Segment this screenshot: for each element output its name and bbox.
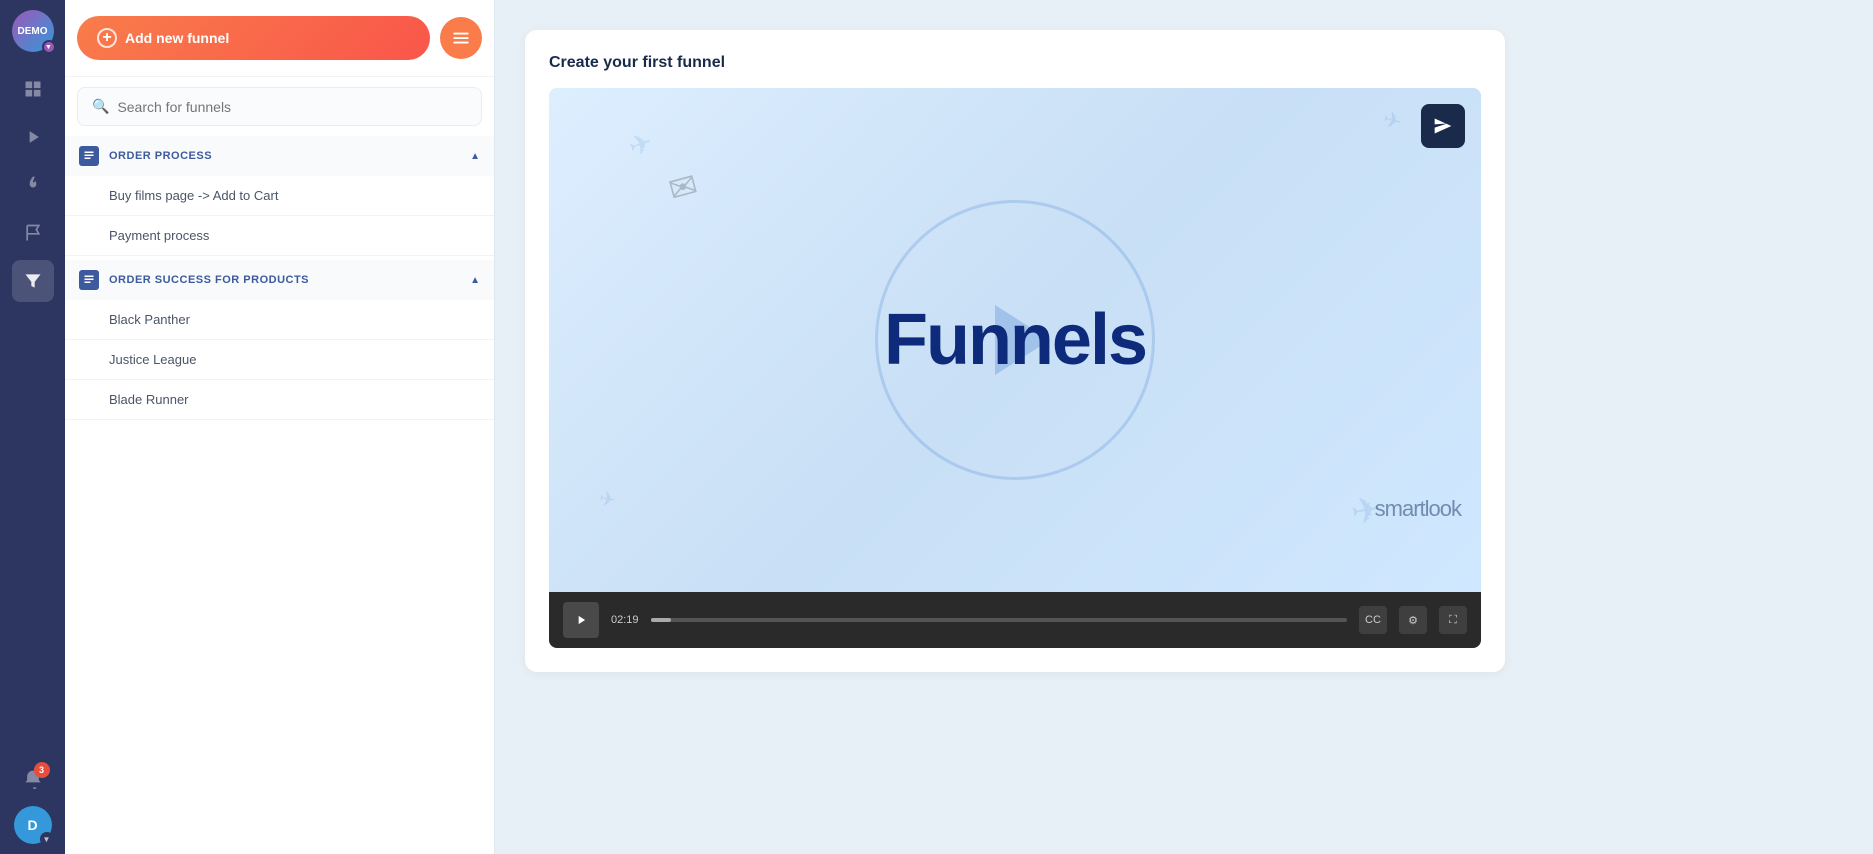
funnel-item-blade-runner[interactable]: Blade Runner [65,380,494,420]
deco-plane-3: ✈ [597,486,618,514]
main-content: Create your first funnel ✉ ✈ ✈ ✈ ✈ Funne… [495,0,1873,854]
card-title: Create your first funnel [549,54,1481,72]
section-order-success-title: ORDER SUCCESS FOR PRODUCTS [109,274,470,286]
section-order-process: ORDER PROCESS ▲ Buy films page -> Add to… [65,136,494,256]
sidebar-header: + Add new funnel [65,0,494,77]
nav-user-avatar[interactable]: D ▼ [14,806,52,844]
search-icon: 🔍 [92,98,109,115]
plus-circle-icon: + [97,28,117,48]
section-order-success-header[interactable]: ORDER SUCCESS FOR PRODUCTS ▲ [65,260,494,300]
funnel-item-justice-league[interactable]: Justice League [65,340,494,380]
video-settings-button[interactable]: ⚙ [1399,606,1427,634]
avatar-badge: ▼ [42,40,56,54]
deco-plane-1: ✈ [624,125,657,164]
funnel-item-black-panther[interactable]: Black Panther [65,300,494,340]
nav-icon-filter[interactable] [12,260,54,302]
section-order-process-title: ORDER PROCESS [109,150,470,162]
video-cc-button[interactable]: CC [1359,606,1387,634]
deco-plane-2: ✈ [1380,106,1405,136]
nav-icon-notifications[interactable]: 3 [12,758,54,800]
section-order-success-icon [79,270,99,290]
section-order-success: ORDER SUCCESS FOR PRODUCTS ▲ Black Panth… [65,260,494,420]
nav-icon-play[interactable] [12,116,54,158]
section-order-process-icon [79,146,99,166]
section-order-process-chevron: ▲ [470,151,480,162]
video-funnels-text: Funnels [884,299,1146,381]
notification-badge: 3 [34,762,50,778]
video-progress-fill [651,618,672,622]
nav-demo-avatar[interactable]: DEMO ▼ [12,10,54,52]
video-fullscreen-button[interactable]: ⛶ [1439,606,1467,634]
search-box: 🔍 [77,87,482,126]
section-order-success-chevron: ▲ [470,275,480,286]
video-time: 02:19 [611,614,639,626]
nav-bar: DEMO ▼ 3 D ▼ [0,0,65,854]
video-area[interactable]: ✉ ✈ ✈ ✈ ✈ Funnels smartlook [549,88,1481,592]
deco-envelope: ✉ [664,165,702,211]
sidebar: + Add new funnel 🔍 ORDER PROCESS ▲ Buy f… [65,0,495,854]
avatar-chevron: ▼ [40,832,54,846]
video-play-button[interactable] [563,602,599,638]
funnel-item-buy-films[interactable]: Buy films page -> Add to Cart [65,176,494,216]
funnel-item-payment[interactable]: Payment process [65,216,494,256]
send-button[interactable] [1421,104,1465,148]
nav-icon-flag[interactable] [12,212,54,254]
search-input[interactable] [117,99,467,115]
video-container: ✉ ✈ ✈ ✈ ✈ Funnels smartlook [549,88,1481,648]
video-progress-bar[interactable] [651,618,1347,622]
add-funnel-button[interactable]: + Add new funnel [77,16,430,60]
section-order-process-header[interactable]: ORDER PROCESS ▲ [65,136,494,176]
sidebar-content: ORDER PROCESS ▲ Buy films page -> Add to… [65,136,494,854]
nav-icon-grid[interactable] [12,68,54,110]
smartlook-logo: smartlook [1375,496,1461,522]
content-card: Create your first funnel ✉ ✈ ✈ ✈ ✈ Funne… [525,30,1505,672]
video-controls: 02:19 CC ⚙ ⛶ [549,592,1481,648]
sidebar-menu-button[interactable] [440,17,482,59]
nav-bottom: 3 D ▼ [12,758,54,844]
nav-icon-fire[interactable] [12,164,54,206]
